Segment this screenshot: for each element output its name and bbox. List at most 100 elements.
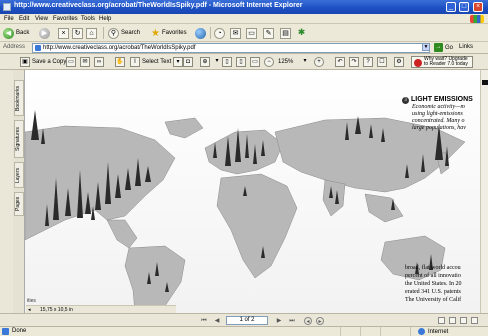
menu-file[interactable]: File xyxy=(4,16,14,22)
menu-view[interactable]: View xyxy=(35,16,48,22)
next-page-button[interactable]: ▶ xyxy=(275,317,283,325)
page-number-input[interactable]: 1 of 2 xyxy=(226,316,268,325)
continuous-view-button[interactable] xyxy=(449,317,456,324)
search-icon: ⚲ xyxy=(108,27,119,39)
zoom-level-dropdown[interactable]: ▾ xyxy=(300,57,312,67)
security-zone: Internet xyxy=(418,328,448,335)
single-page-view-button[interactable] xyxy=(438,317,445,324)
zone-label: Internet xyxy=(428,328,449,335)
links-button[interactable]: Links xyxy=(459,44,473,50)
status-divider xyxy=(360,327,361,336)
how-to-button[interactable]: ☐ xyxy=(377,57,389,67)
status-text: Done xyxy=(12,328,27,334)
address-dropdown-button[interactable]: ▼ xyxy=(422,43,430,51)
fit-page-icon: ▯ xyxy=(236,57,246,67)
find-button[interactable]: ∞ xyxy=(94,57,106,67)
article-line: concentrated. Many o xyxy=(412,118,465,124)
zoom-tool-button[interactable]: ⊕ xyxy=(200,57,212,67)
edit-button[interactable]: ✎ xyxy=(263,27,276,39)
body-line: broad, flat world accou xyxy=(405,265,461,271)
history-button[interactable]: ◔ xyxy=(214,27,227,39)
snapshot-button[interactable]: ◘ xyxy=(183,57,195,67)
email-icon: ✉ xyxy=(80,57,90,67)
fit-width-icon: ▭ xyxy=(250,57,260,67)
mail-button[interactable]: ✉ xyxy=(230,27,243,39)
last-page-button[interactable]: ⏭ xyxy=(288,317,296,325)
search-button[interactable]: ⚲ Search xyxy=(108,27,140,39)
acrobat-toolbar: ▣ Save a Copy ▭ ✉ ∞ ✋ I Select Text ▾ ◘ … xyxy=(0,54,488,70)
zoom-in-button[interactable]: + xyxy=(314,57,326,67)
messenger-icon: ✱ xyxy=(297,26,306,37)
continuous-facing-view-button[interactable] xyxy=(471,317,478,324)
article-line: using light-emissions xyxy=(412,111,463,117)
tab-bookmarks[interactable]: Bookmarks xyxy=(14,80,24,116)
save-copy-button[interactable]: ▣ Save a Copy xyxy=(20,57,66,67)
maximize-button[interactable]: □ xyxy=(459,2,469,12)
menu-tools[interactable]: Tools xyxy=(81,16,95,22)
tab-layers[interactable]: Layers xyxy=(14,162,24,188)
print-pdf-button[interactable]: ▭ xyxy=(66,57,78,67)
reader-tools-button[interactable]: ⚙ xyxy=(394,57,406,67)
upgrade-reader-button[interactable]: Why wait? Upgrade to Reader 7.0 today xyxy=(411,56,473,68)
left-edge xyxy=(0,70,13,313)
stop-button[interactable]: × xyxy=(58,27,71,39)
body-line: The University of Calif xyxy=(405,297,462,303)
minimize-button[interactable]: _ xyxy=(446,2,456,12)
go-button[interactable]: → Go xyxy=(434,43,453,52)
previous-view-button[interactable]: ◂ xyxy=(304,317,312,325)
menu-help[interactable]: Help xyxy=(99,16,111,22)
globe-icon xyxy=(418,328,425,335)
messenger-button[interactable]: ✱ xyxy=(296,27,309,39)
tab-signatures[interactable]: Signatures xyxy=(14,120,24,158)
pdf-page-icon xyxy=(35,45,41,51)
facing-view-button[interactable] xyxy=(460,317,467,324)
tab-pages[interactable]: Pages xyxy=(14,192,24,216)
print-button[interactable]: ▭ xyxy=(246,27,259,39)
address-input[interactable]: http://www.creativeclass.org/acrobat/The… xyxy=(32,43,430,53)
home-button[interactable]: ⌂ xyxy=(86,27,99,39)
select-text-button[interactable]: I Select Text xyxy=(130,57,171,67)
forward-button[interactable]: ▶ xyxy=(39,27,52,39)
status-bar: Done Internet xyxy=(0,326,488,336)
scroll-arrow-right-icon[interactable] xyxy=(482,80,488,85)
back-button[interactable]: ◀ Back xyxy=(3,27,29,39)
address-label: Address xyxy=(3,44,26,50)
actual-size-button[interactable]: ▯ xyxy=(222,57,234,67)
window-title: http://www.creativeclass.org/acrobat/The… xyxy=(14,2,303,9)
discuss-button[interactable]: ▤ xyxy=(280,27,293,39)
refresh-button[interactable]: ↻ xyxy=(72,27,85,39)
close-button[interactable]: × xyxy=(473,2,483,12)
rotate-cw-button[interactable]: ↷ xyxy=(349,57,361,67)
rotate-ccw-button[interactable]: ↶ xyxy=(335,57,347,67)
menu-edit[interactable]: Edit xyxy=(19,16,29,22)
previous-page-button[interactable]: ◀ xyxy=(213,317,221,325)
camera-icon: ◘ xyxy=(183,57,193,67)
status-divider xyxy=(380,327,381,336)
first-page-button[interactable]: ⏮ xyxy=(200,317,208,325)
status-divider xyxy=(340,327,341,336)
back-label: Back xyxy=(16,30,30,36)
go-arrow-icon: → xyxy=(434,43,443,52)
zoom-out-button[interactable]: − xyxy=(264,57,276,67)
hand-tool-button[interactable]: ✋ xyxy=(115,57,127,67)
next-view-button[interactable]: ▸ xyxy=(316,317,324,325)
help-button[interactable]: ? xyxy=(363,57,375,67)
menu-favorites[interactable]: Favorites xyxy=(53,16,78,22)
zoom-level-select[interactable]: 125% xyxy=(278,57,293,67)
upgrade-line-2: to Reader 7.0 today xyxy=(424,61,468,67)
navigation-tabs: Bookmarks Signatures Layers Pages xyxy=(13,70,25,313)
windows-logo-icon xyxy=(470,15,484,23)
history-icon: ◔ xyxy=(214,27,225,39)
favorites-button[interactable]: ★ Favorites xyxy=(151,27,187,39)
fit-page-button[interactable]: ▯ xyxy=(236,57,248,67)
email-pdf-button[interactable]: ✉ xyxy=(80,57,92,67)
fit-width-button[interactable]: ▭ xyxy=(250,57,262,67)
address-bar: Address http://www.creativeclass.org/acr… xyxy=(0,42,488,54)
text-cursor-icon: I xyxy=(130,57,140,67)
binoculars-icon: ∞ xyxy=(94,57,104,67)
navigation-toolbar: ◀ Back ▶ × ↻ ⌂ ⚲ Search ★ Favorites ◔ ✉ … xyxy=(0,24,488,42)
media-icon xyxy=(195,27,206,39)
media-button[interactable] xyxy=(195,27,208,39)
printer-icon: ▭ xyxy=(66,57,76,67)
vertical-scrollbar[interactable] xyxy=(480,70,488,313)
